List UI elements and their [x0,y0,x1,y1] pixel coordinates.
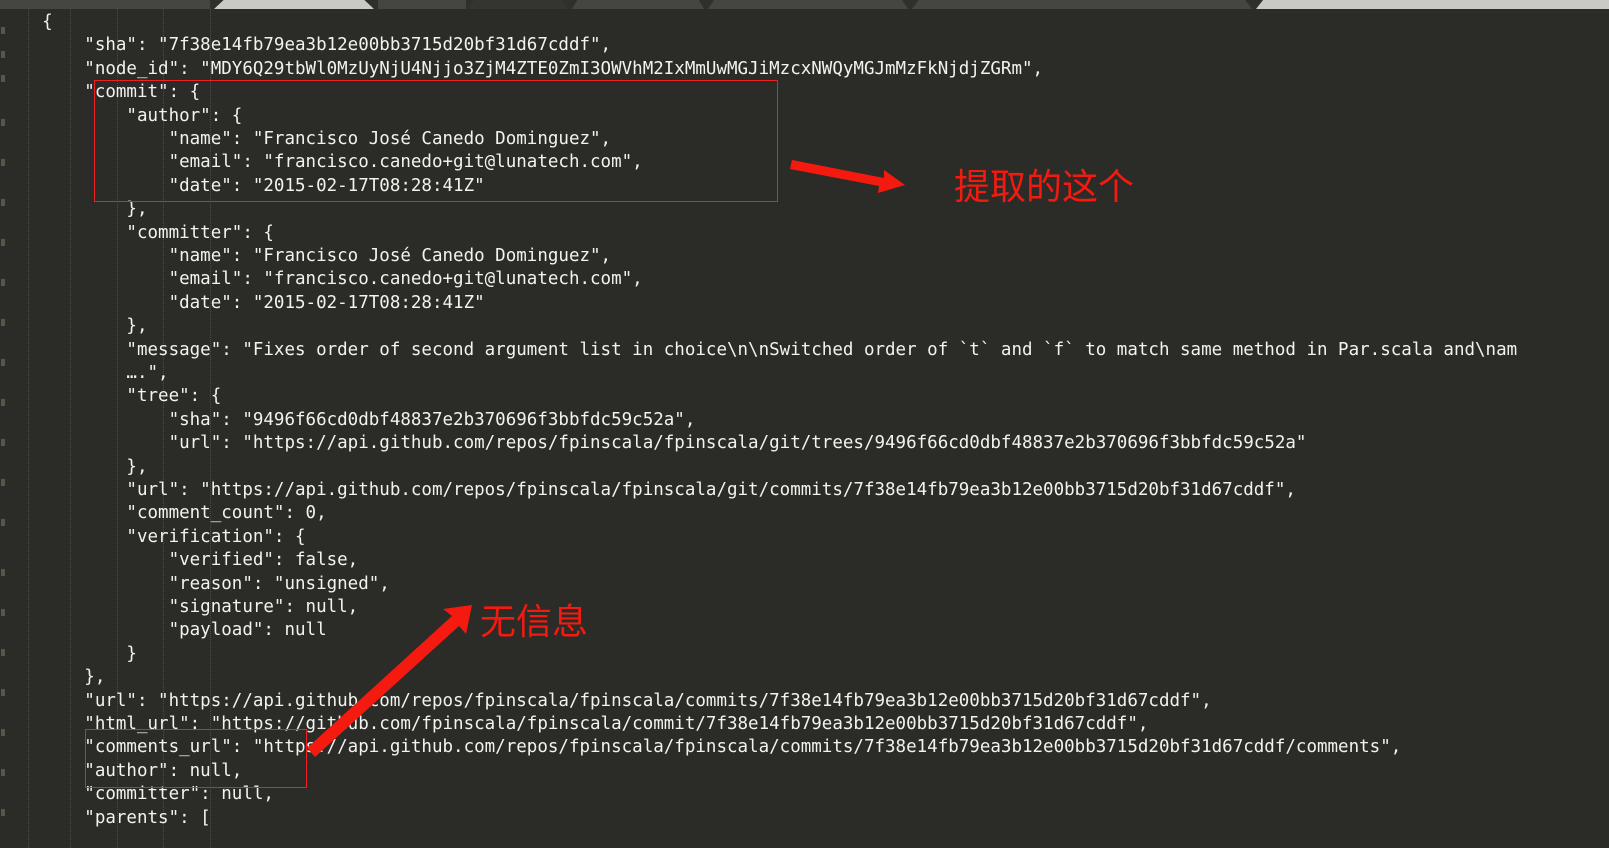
browser-tab-strip[interactable] [0,0,1609,9]
code-line: "node_id": "MDY6Q29tbWl0MzUyNjU4Njjo3ZjM… [0,58,1044,79]
code-line: "name": "Francisco José Canedo Dominguez… [0,129,612,149]
code-line: "html_url": "https://github.com/fpinscal… [0,714,1149,734]
code-line: }, [0,456,148,477]
tab-item[interactable] [468,0,568,9]
tab-item[interactable] [708,0,908,9]
tab-item[interactable] [378,0,466,9]
code-line: "email": "francisco.canedo+git@lunatech.… [0,269,643,290]
code-line: "sha": "7f38e14fb79ea3b12e00bb3715d20bf3… [0,35,612,56]
code-line: "url": "https://api.github.com/repos/fpi… [0,433,1307,454]
code-line: "message": "Fixes order of second argume… [0,339,1518,360]
code-line: "date": "2015-02-17T08:28:41Z" [0,292,485,313]
code-line: "sha": "9496f66cd0dbf48837e2b370696f3bbf… [0,409,696,430]
code-line: "parents": [ [0,807,211,828]
code-line: "payload": null [0,620,327,641]
code-line: "comment_count": 0, [0,503,327,524]
code-editor-pane[interactable]: { "sha": "7f38e14fb79ea3b12e00bb3715d20b… [0,9,1609,848]
code-line: }, [0,316,148,337]
code-line: "reason": "unsigned", [0,573,390,594]
code-line: ….", [0,363,169,383]
code-line: "verification": { [0,526,306,547]
code-line: "email": "francisco.canedo+git@lunatech.… [0,152,643,173]
code-line: "url": "https://api.github.com/repos/fpi… [0,690,1212,711]
code-line: "comments_url": "https://api.github.com/… [0,737,1402,758]
code-line: }, [0,667,106,688]
tab-item[interactable] [912,0,1252,9]
code-line: }, [0,199,148,220]
code-line: "verified": false, [0,550,359,571]
code-line: } [0,643,137,664]
code-line: "signature": null, [0,597,359,617]
tab-item[interactable] [1256,0,1609,9]
tab-item-active[interactable] [214,0,374,9]
code-line: "author": { [0,105,243,126]
code-line: "url": "https://api.github.com/repos/fpi… [0,480,1296,500]
code-line: "committer": null, [0,784,274,805]
tab-item[interactable] [572,0,704,9]
code-line: "date": "2015-02-17T08:28:41Z" [0,175,485,196]
code-line: "author": null, [0,760,243,781]
code-line: "name": "Francisco José Canedo Dominguez… [0,246,612,266]
code-line: "tree": { [0,386,222,407]
code-line: "committer": { [0,222,274,243]
code-line: { [0,12,53,32]
tab-item[interactable] [0,0,210,9]
code-line: "commit": { [0,82,201,103]
